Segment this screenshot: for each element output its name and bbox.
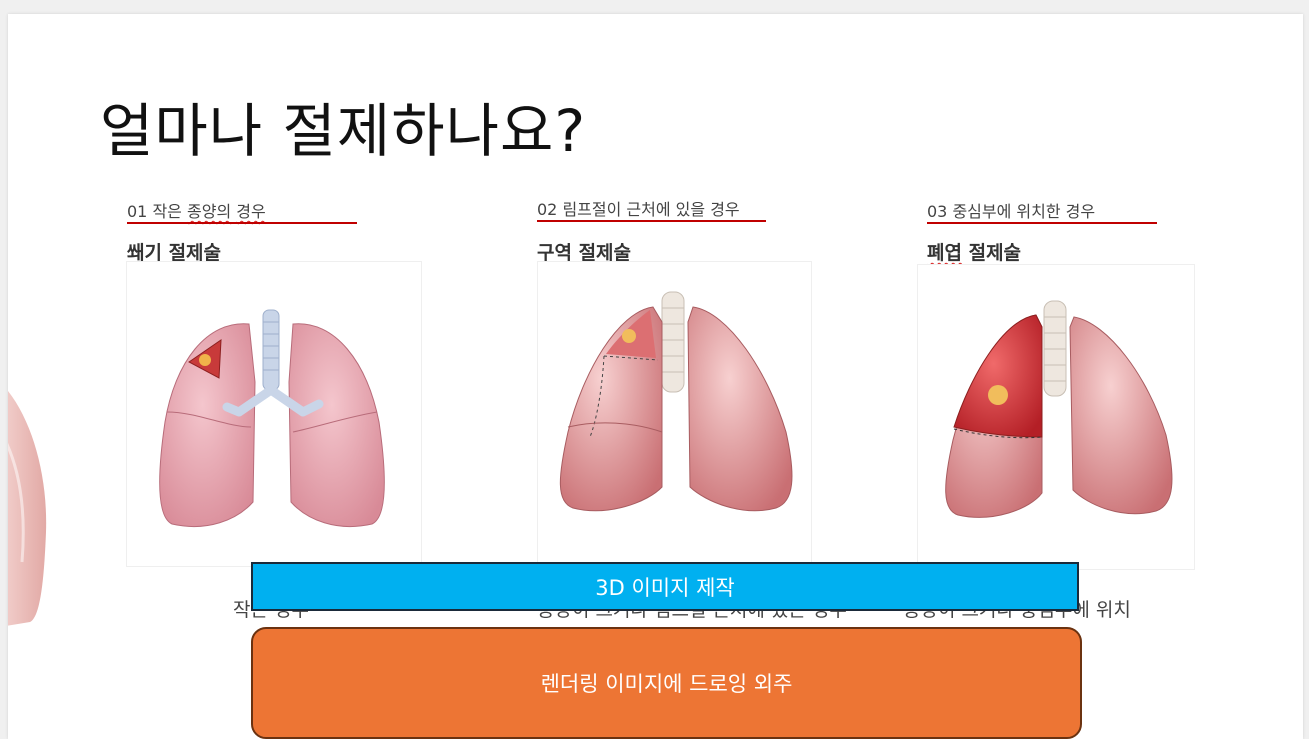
column-subtitle: 02 림프절이 근처에 있을 경우 [537, 196, 740, 220]
slide: 얼마나 절제하나요? 01 작은 종양의 경우 쐐기 절제술 02 림프절이 근… [8, 14, 1303, 739]
heading-text: 절제술 [968, 242, 1022, 264]
column-subtitle: 01 작은 종양의 경우 [127, 198, 266, 222]
subtitle-text: 림프절이 근처에 있을 경우 [562, 200, 740, 219]
spellcheck-word: 경우 [236, 202, 266, 221]
accent-rule [127, 222, 357, 224]
accent-rule [927, 222, 1157, 224]
lung-wedge-resection-illustration [126, 261, 422, 567]
column-number: 01 [127, 202, 148, 221]
make-3d-image-button[interactable]: 3D 이미지 제작 [251, 562, 1079, 611]
accent-rule [537, 220, 766, 222]
subtitle-text: 작은 [152, 202, 182, 221]
lung-segmentectomy-illustration [537, 261, 812, 567]
spellcheck-word: 폐엽 [927, 242, 962, 264]
column-subtitle: 03 중심부에 위치한 경우 [927, 198, 1095, 222]
spellcheck-word: 종양의 [187, 202, 232, 221]
slide-title: 얼마나 절제하나요? [100, 97, 587, 165]
column-number: 02 [537, 200, 558, 219]
subtitle-text: 중심부에 위치한 경우 [952, 202, 1096, 221]
column-heading: 폐엽 절제술 [927, 238, 1021, 265]
column-number: 03 [927, 202, 948, 221]
rendering-outsource-button[interactable]: 렌더링 이미지에 드로잉 외주 [251, 627, 1082, 739]
lung-lobectomy-illustration [917, 264, 1195, 570]
side-lung-illustration [8, 391, 47, 626]
